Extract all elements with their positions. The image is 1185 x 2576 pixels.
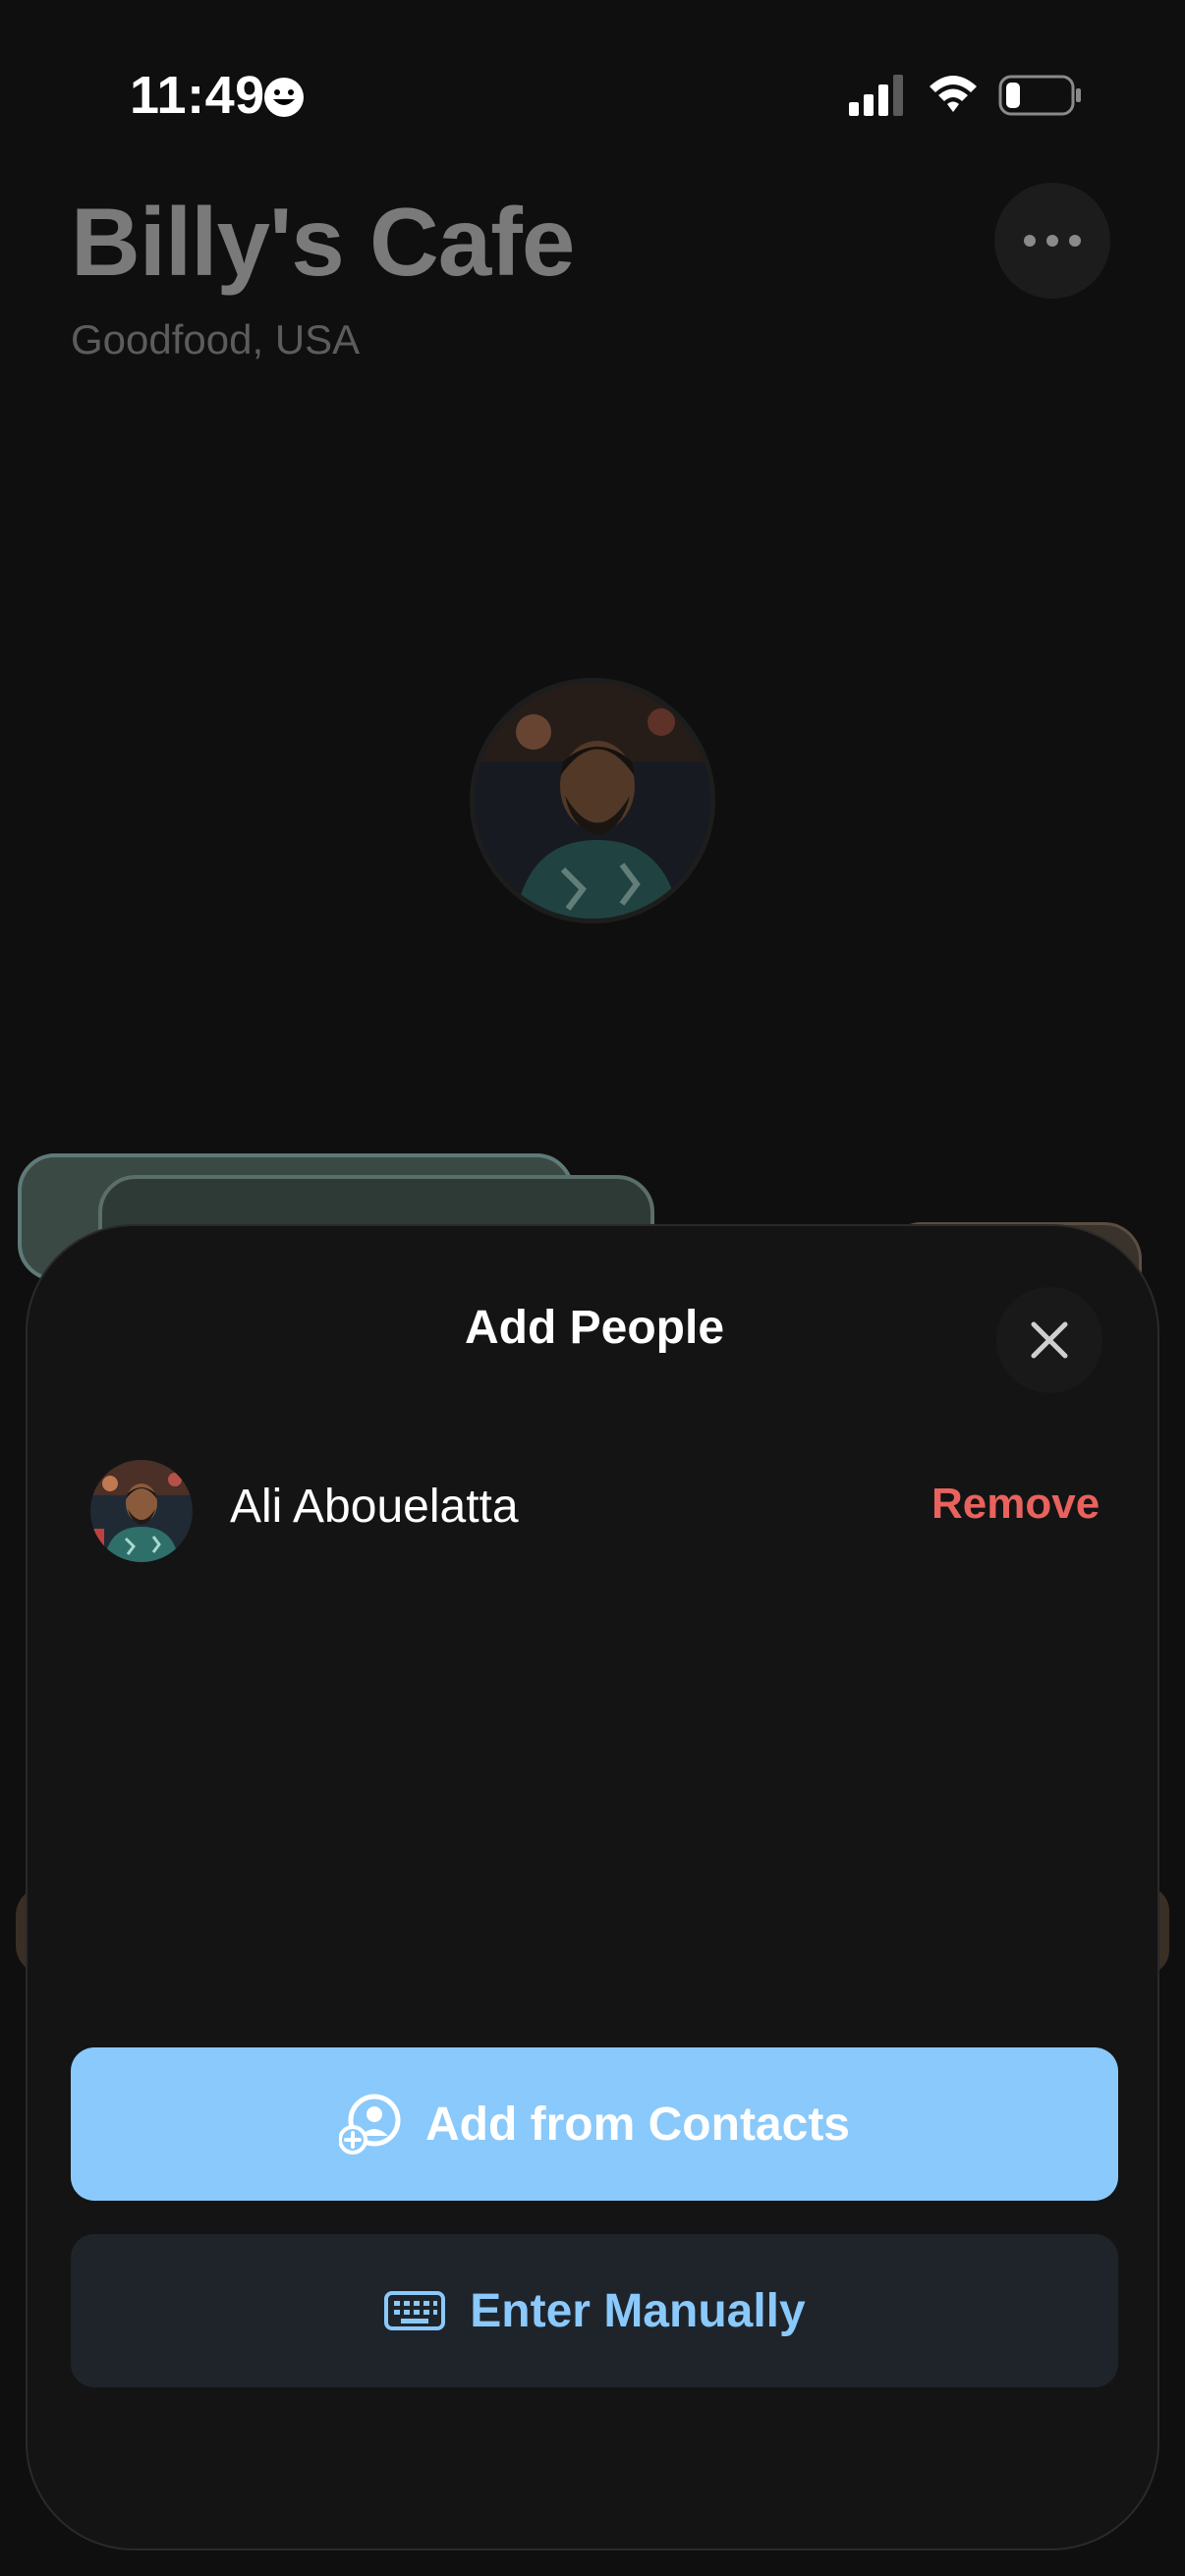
enter-manually-label: Enter Manually — [470, 2284, 806, 2337]
close-button[interactable] — [996, 1287, 1102, 1393]
status-time: 11:49 — [130, 66, 265, 125]
keyboard-icon — [384, 2291, 446, 2330]
remove-person-button[interactable]: Remove — [931, 1480, 1100, 1529]
battery-icon — [998, 75, 1081, 116]
wifi-icon — [930, 76, 977, 112]
more-options-button[interactable] — [994, 183, 1110, 299]
cafe-location: Goodfood, USA — [71, 316, 361, 363]
smiley-icon — [264, 78, 304, 117]
person-name: Ali Abouelatta — [230, 1481, 519, 1533]
add-from-contacts-label: Add from Contacts — [425, 2098, 850, 2151]
cellular-signal-icon — [849, 75, 903, 116]
add-contact-icon — [339, 2094, 401, 2155]
ellipsis-icon — [1024, 235, 1081, 247]
add-people-sheet: Add People Ali Abouelatta Remove Add fro… — [26, 1224, 1159, 2550]
status-bar: 11:49 — [0, 0, 1185, 187]
cafe-title: Billy's Cafe — [71, 188, 575, 296]
person-avatar — [90, 1460, 193, 1562]
profile-avatar[interactable] — [470, 678, 715, 924]
enter-manually-button[interactable]: Enter Manually — [71, 2234, 1118, 2387]
sheet-title: Add People — [464, 1302, 725, 1354]
close-icon — [1031, 1321, 1068, 1359]
add-from-contacts-button[interactable]: Add from Contacts — [71, 2047, 1118, 2201]
